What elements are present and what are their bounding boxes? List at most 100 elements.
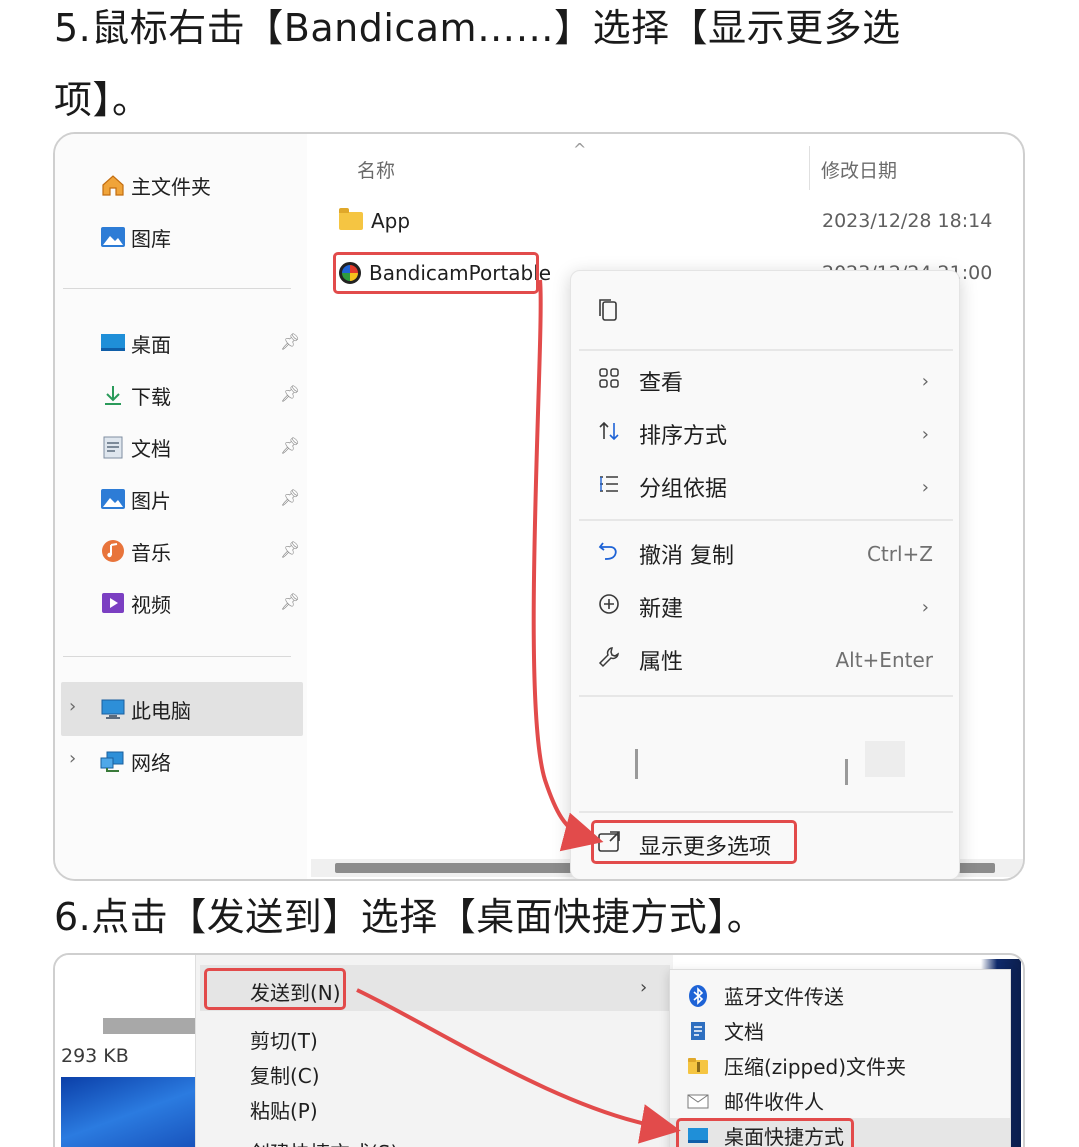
desktop-icon [99,331,127,355]
submenu-label: 蓝牙文件传送 [724,984,844,1009]
group-icon [595,472,623,502]
pin-icon[interactable]: 📌︎ [280,384,300,403]
nav-item-gallery[interactable]: 图库 [99,220,171,254]
bluetooth-icon [686,984,710,1007]
nav-item-this-pc[interactable]: 此电脑 [99,692,191,726]
copy-icon [595,296,623,330]
nav-label: 主文件夹 [131,174,211,199]
file-row-app[interactable]: App [339,206,410,236]
nav-label: 网络 [131,750,171,775]
step6-caption: 6.点击【发送到】选择【桌面快捷方式】。 [54,895,766,939]
navigation-pane: 主文件夹 图库 桌面 📌︎ 下载 📌︎ 文档 📌︎ 图片 📌︎ 音乐 📌︎ 视频… [55,134,307,879]
menu-label: 新建 [639,597,684,622]
shortcut-text: Ctrl+Z [866,542,933,566]
column-divider[interactable] [809,146,810,190]
document-icon [99,435,127,459]
gallery-icon [99,225,127,249]
file-name: App [371,209,411,233]
nav-item-music[interactable]: 音乐 [99,534,171,568]
nav-item-documents[interactable]: 文档 [99,430,171,464]
menu-item-sort[interactable]: 排序方式 › [571,412,959,456]
nav-label: 视频 [131,592,171,617]
sort-icon [595,419,623,449]
scrollbar-thumb[interactable] [103,1018,195,1034]
chevron-right-icon: › [921,423,929,445]
submenu-item-zip[interactable]: 压缩(zipped)文件夹 [670,1048,1010,1082]
computer-icon [99,697,127,721]
nav-item-home[interactable]: 主文件夹 [99,168,211,202]
nav-item-pictures[interactable]: 图片 [99,482,171,516]
chevron-right-icon: › [921,476,929,498]
menu-item-view[interactable]: 查看 › [571,359,959,403]
new-icon [595,592,623,622]
menu-item-paste[interactable]: 粘贴(P) [250,1095,318,1124]
menu-item-properties[interactable]: 属性 Alt+Enter [571,638,959,682]
sendto-screenshot: 293 KB 发送到(N) › 剪切(T) 复制(C) 粘贴(P) 创建快捷方式… [53,953,1025,1147]
menu-separator [579,811,953,813]
wallpaper-thumbnail [61,1077,195,1147]
pin-icon[interactable]: 📌︎ [280,488,300,507]
nav-item-network[interactable]: 网络 [99,744,171,778]
pin-icon[interactable]: 📌︎ [280,592,300,611]
expand-chevron-icon[interactable]: › [69,748,76,769]
menu-item-new[interactable]: 新建 › [571,585,959,629]
nav-label: 下载 [131,384,171,409]
step5-caption: 5.鼠标右击【Bandicam……】选择【显示更多选 [54,6,901,50]
explorer-screenshot: 主文件夹 图库 桌面 📌︎ 下载 📌︎ 文档 📌︎ 图片 📌︎ 音乐 📌︎ 视频… [53,132,1025,881]
copy-toolbar-button[interactable] [571,291,959,335]
pin-icon[interactable]: 📌︎ [280,332,300,351]
nav-label: 图片 [131,488,171,513]
nav-item-desktop[interactable]: 桌面 [99,326,171,360]
zip-folder-icon [686,1054,710,1076]
submenu-label: 文档 [724,1019,764,1044]
pin-icon[interactable]: 📌︎ [280,540,300,559]
file-size: 293 KB [61,1045,129,1067]
music-icon [99,539,127,563]
expand-chevron-icon[interactable]: › [69,696,76,717]
highlight-box-show-more [591,820,797,864]
column-header-name[interactable]: 名称 [357,156,395,183]
nav-item-videos[interactable]: 视频 [99,586,171,620]
menu-item-copy[interactable]: 复制(C) [250,1060,320,1089]
menu-separator [579,695,953,697]
menu-item-undo[interactable]: 撤消 复制 Ctrl+Z [571,532,959,576]
nav-label: 图库 [131,226,171,251]
menu-separator [579,349,953,351]
nav-item-downloads[interactable]: 下载 [99,378,171,412]
chevron-right-icon: › [640,977,648,998]
pictures-icon [99,487,127,511]
network-icon [99,749,127,773]
context-menu: 查看 › 排序方式 › 分组依据 › 撤消 复制 Ctrl+Z 新建 › 属性 … [570,270,960,879]
pin-icon[interactable]: 📌︎ [280,436,300,455]
menu-item-cut[interactable]: 剪切(T) [250,1025,318,1054]
menu-label: 排序方式 [639,424,728,449]
shortcut-text: Alt+Enter [835,648,933,672]
background-window: 293 KB [55,955,195,1147]
file-date: 2023/12/28 18:14 [822,210,993,232]
menu-label: 查看 [639,371,684,396]
undo-icon [595,539,623,569]
obscured-menu-area [595,719,915,799]
menu-label: 撤消 复制 [639,544,734,569]
nav-divider [63,288,291,289]
submenu-label: 压缩(zipped)文件夹 [724,1054,907,1079]
chevron-right-icon: › [921,370,929,392]
menu-item-group[interactable]: 分组依据 › [571,465,959,509]
send-to-submenu: 蓝牙文件传送 文档 压缩(zipped)文件夹 邮件收件人 桌面快捷方式 [669,969,1011,1147]
video-icon [99,591,127,615]
submenu-label: 邮件收件人 [724,1089,824,1114]
nav-label: 此电脑 [131,698,191,723]
download-icon [99,383,127,407]
column-header-modified[interactable]: 修改日期 [821,156,897,183]
menu-label: 分组依据 [639,477,728,502]
nav-label: 桌面 [131,332,171,357]
submenu-item-bluetooth[interactable]: 蓝牙文件传送 [670,978,1010,1012]
home-icon [99,173,127,197]
menu-item-create-shortcut[interactable]: 创建快捷方式(S) [250,1137,398,1147]
submenu-item-mail[interactable]: 邮件收件人 [670,1083,1010,1117]
sort-caret-icon: ^ [573,140,587,159]
grid-view-icon [595,366,623,396]
step5-caption-continued: 项】。 [54,78,151,122]
chevron-right-icon: › [921,596,929,618]
submenu-item-documents[interactable]: 文档 [670,1013,1010,1047]
